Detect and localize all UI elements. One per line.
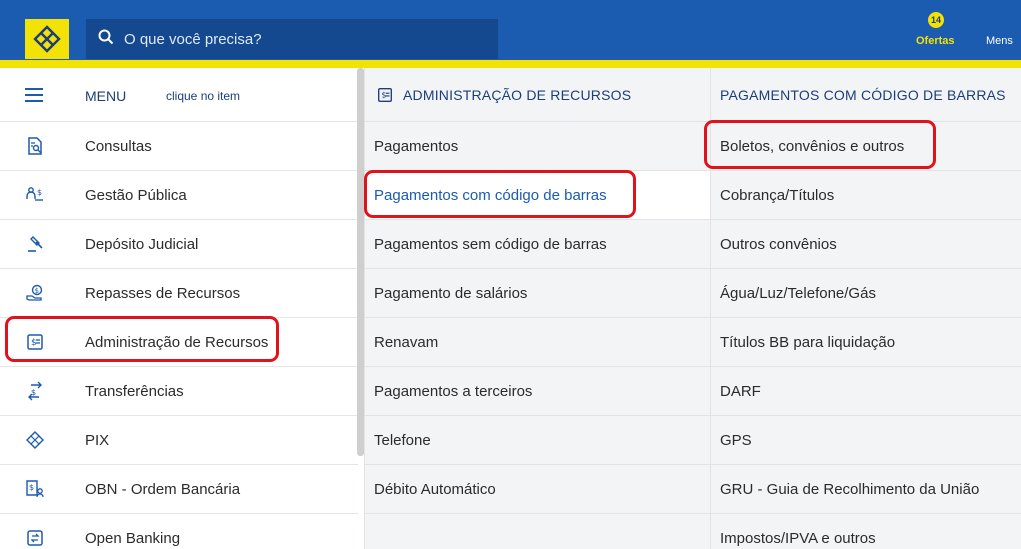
svg-text:$: $ (381, 89, 386, 99)
submenu-item-label: Boletos, convênios e outros (720, 137, 905, 155)
submenu-item-label: DARF (720, 382, 761, 400)
accent-strip (0, 60, 1021, 68)
submenu-item[interactable]: Débito Automático (365, 465, 710, 514)
top-bar: 14 Ofertas Mens (0, 0, 1021, 60)
submenu-item-label: Outros convênios (720, 235, 837, 253)
submenu-item[interactable]: DARF (711, 367, 1021, 416)
search-input[interactable] (124, 30, 464, 48)
submenu-item-label: Pagamentos a terceiros (374, 382, 533, 400)
submenu-item[interactable]: Pagamentos a terceiros (365, 367, 710, 416)
gavel-icon (25, 234, 45, 254)
submenu-item-label: Impostos/IPVA e outros (720, 529, 876, 547)
submenu-item-label: Renavam (374, 333, 439, 351)
menu-item-obn[interactable]: $ OBN - Ordem Bancária (0, 465, 358, 514)
submenu-pagamentos-codigo-barras: PAGAMENTOS COM CÓDIGO DE BARRAS Boletos,… (710, 68, 1021, 549)
people-money-icon: $ (25, 185, 45, 205)
menu-scrollbar[interactable] (357, 68, 364, 456)
submenu-item[interactable]: GRU - Guia de Recolhimento da União (711, 465, 1021, 514)
submenu-item[interactable]: Pagamento de salários (365, 269, 710, 318)
submenu-item-label: GPS (720, 431, 752, 449)
menu-item-label: PIX (85, 431, 110, 449)
bank-order-icon: $ (25, 479, 45, 499)
menu-item-label: Repasses de Recursos (85, 284, 241, 302)
menu-item-gestao-publica[interactable]: $ Gestão Pública (0, 171, 358, 220)
menu-item-label: Transferências (85, 382, 184, 400)
submenu-item[interactable]: Água/Luz/Telefone/Gás (711, 269, 1021, 318)
menu-item-administracao[interactable]: $ Administração de Recursos (0, 318, 358, 367)
offers-badge: 14 (928, 12, 944, 28)
submenu-item[interactable]: Títulos BB para liquidação (711, 318, 1021, 367)
submenu-item-label: GRU - Guia de Recolhimento da União (720, 480, 980, 498)
submenu-item-label: Pagamentos com código de barras (374, 186, 607, 204)
submenu-item-label: Água/Luz/Telefone/Gás (720, 284, 876, 302)
submenu-item[interactable]: Boletos, convênios e outros (711, 122, 1021, 171)
menu-item-repasses[interactable]: $ Repasses de Recursos (0, 269, 358, 318)
hand-coin-icon: $ (25, 283, 45, 303)
submenu-item-label: Pagamentos sem código de barras (374, 235, 607, 253)
search-icon (98, 29, 114, 50)
menu-title: MENU (85, 88, 127, 104)
submenu-item-label: Títulos BB para liquidação (720, 333, 896, 351)
submenu-item-label: Débito Automático (374, 480, 496, 498)
menu-item-pix[interactable]: PIX (0, 416, 358, 465)
document-search-icon (25, 136, 45, 156)
bank-logo[interactable] (25, 19, 69, 59)
submenu-item[interactable]: Pagamentos (365, 122, 710, 171)
bank-logo-icon (33, 25, 61, 53)
menu-item-deposito-judicial[interactable]: Depósito Judicial (0, 220, 358, 269)
menu-item-consultas[interactable]: Consultas (0, 122, 358, 171)
svg-text:$: $ (31, 338, 37, 348)
hamburger-icon[interactable] (24, 87, 44, 108)
money-document-icon: $ (25, 332, 45, 352)
submenu-item[interactable]: Telefone (365, 416, 710, 465)
menu-item-label: Depósito Judicial (85, 235, 199, 253)
menu-header: MENU clique no item (0, 68, 358, 122)
menu-item-label: Consultas (85, 137, 152, 155)
submenu-header: $ ADMINISTRAÇÃO DE RECURSOS (365, 68, 710, 122)
money-document-icon: $ (376, 86, 394, 104)
menu-item-open-banking[interactable]: Open Banking (0, 514, 358, 549)
submenu-title: ADMINISTRAÇÃO DE RECURSOS (403, 86, 632, 103)
search-bar[interactable] (86, 19, 498, 59)
menu-item-transferencias[interactable]: $ Transferências (0, 367, 358, 416)
open-banking-icon (25, 528, 45, 548)
offers-label: Ofertas (916, 35, 955, 47)
submenu-administracao: $ ADMINISTRAÇÃO DE RECURSOS Pagamentos P… (364, 68, 710, 549)
svg-text:$: $ (29, 483, 34, 492)
menu-item-label: Open Banking (85, 529, 181, 547)
svg-text:$: $ (35, 287, 39, 295)
offers-button[interactable]: 14 Ofertas (908, 4, 964, 54)
menu-item-label: Administração de Recursos (85, 333, 269, 351)
submenu-item-label: Telefone (374, 431, 431, 449)
submenu-item-selected[interactable]: Pagamentos com código de barras (365, 171, 710, 220)
svg-text:$: $ (31, 388, 36, 397)
submenu-item[interactable]: Impostos/IPVA e outros (711, 514, 1021, 549)
submenu-item-label: Cobrança/Títulos (720, 186, 835, 204)
menu-item-label: Gestão Pública (85, 186, 187, 204)
main-menu: MENU clique no item Consultas $ Gestão P… (0, 68, 358, 549)
submenu-item[interactable]: Renavam (365, 318, 710, 367)
menu-item-label: OBN - Ordem Bancária (85, 480, 241, 498)
svg-text:$: $ (37, 188, 42, 197)
menu-hint: clique no item (166, 89, 241, 103)
submenu-item[interactable]: Cobrança/Títulos (711, 171, 1021, 220)
submenu-item[interactable]: GPS (711, 416, 1021, 465)
transfer-arrows-icon: $ (25, 381, 45, 401)
submenu-header: PAGAMENTOS COM CÓDIGO DE BARRAS (711, 68, 1021, 122)
submenu-item[interactable]: Outros convênios (711, 220, 1021, 269)
submenu-title: PAGAMENTOS COM CÓDIGO DE BARRAS (720, 86, 1006, 103)
messages-label[interactable]: Mens (986, 35, 1013, 47)
pix-icon (25, 430, 45, 450)
submenu-item[interactable]: Pagamentos sem código de barras (365, 220, 710, 269)
submenu-item-label: Pagamentos (374, 137, 459, 155)
submenu-item-label: Pagamento de salários (374, 284, 528, 302)
